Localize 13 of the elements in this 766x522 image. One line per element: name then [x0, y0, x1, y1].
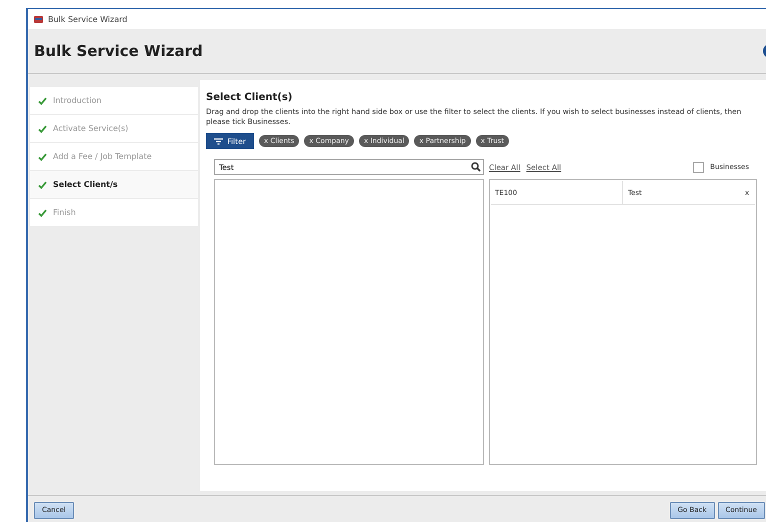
wizard-title: Bulk Service Wizard — [34, 42, 204, 60]
checkbox[interactable] — [693, 162, 704, 172]
check-icon — [38, 152, 47, 160]
search-icon — [471, 162, 481, 172]
section-title: Select Client(s) — [206, 92, 294, 103]
check-icon — [38, 96, 47, 104]
window-title: Bulk Service Wizard — [48, 14, 128, 24]
check-icon — [38, 208, 47, 216]
filter-icon — [214, 138, 224, 144]
check-icon — [38, 124, 47, 132]
wizard-step[interactable]: Select Client/s — [30, 171, 198, 198]
check-icon — [38, 180, 47, 188]
app-icon — [34, 14, 43, 24]
